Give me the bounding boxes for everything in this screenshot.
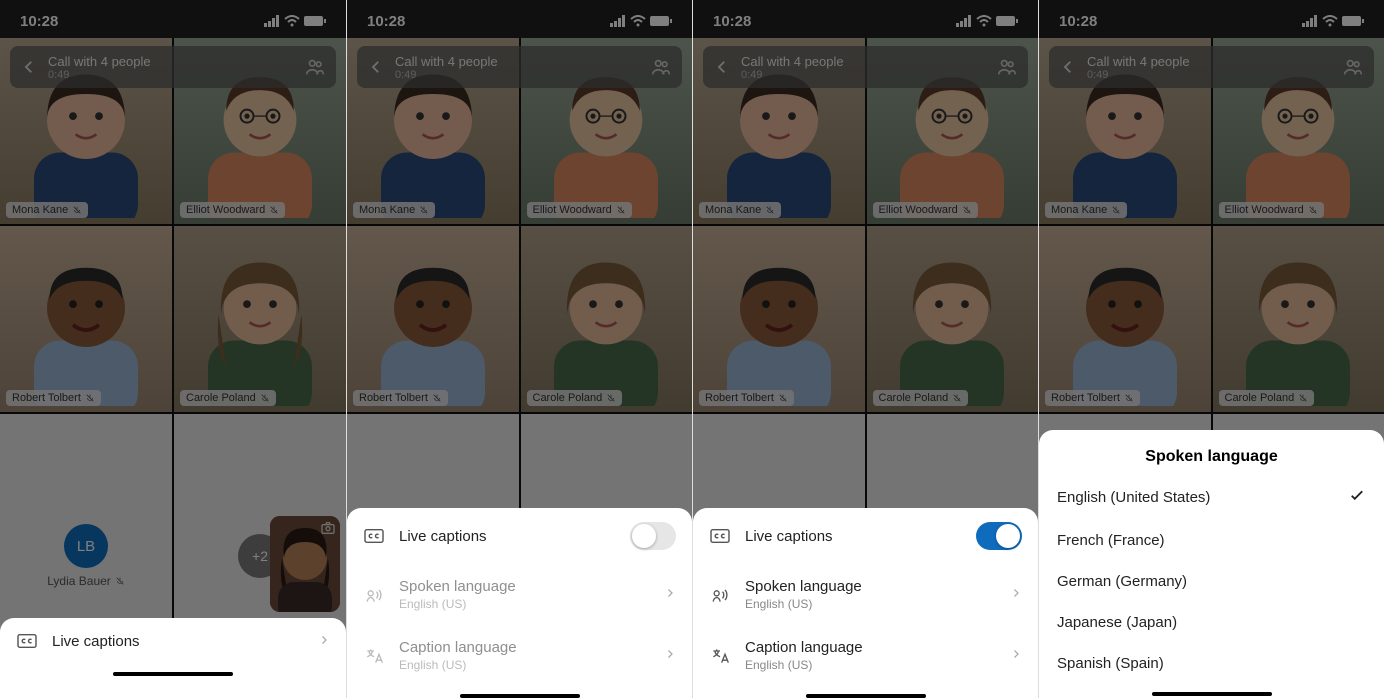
home-indicator bbox=[806, 694, 926, 698]
phone-screen-2: Mona Kane Elliot Woodward Robert Tolbert… bbox=[346, 0, 692, 698]
phone-screen-3: Mona Kane Elliot Woodward Robert Tolbert… bbox=[692, 0, 1038, 698]
phone-screen-4: Mona Kane Elliot Woodward Robert Tolbert… bbox=[1038, 0, 1384, 698]
phone-screen-1: Mona Kane Elliot Woodward Robert Tolbert… bbox=[0, 0, 346, 698]
language-option[interactable]: German (Germany) bbox=[1039, 561, 1384, 602]
language-option-label: Japanese (Japan) bbox=[1057, 614, 1177, 631]
home-indicator bbox=[1152, 692, 1272, 696]
chevron-right-icon bbox=[1010, 586, 1022, 603]
live-captions-toggle-row[interactable]: Live captions bbox=[693, 508, 1038, 564]
voice-icon bbox=[709, 585, 731, 605]
live-captions-row[interactable]: Live captions bbox=[0, 618, 346, 664]
home-indicator bbox=[113, 672, 233, 676]
spoken-language-picker-sheet: Spoken language English (United States) F… bbox=[1039, 430, 1384, 698]
live-captions-toggle-row[interactable]: Live captions bbox=[347, 508, 692, 564]
language-option[interactable]: English (United States) bbox=[1039, 474, 1384, 520]
home-indicator bbox=[460, 694, 580, 698]
spoken-language-row[interactable]: Spoken languageEnglish (US) bbox=[693, 564, 1038, 625]
language-option-label: German (Germany) bbox=[1057, 573, 1187, 590]
cc-icon bbox=[363, 527, 385, 545]
live-captions-toggle-off[interactable] bbox=[630, 522, 676, 550]
cc-icon bbox=[16, 632, 38, 650]
language-option-label: French (France) bbox=[1057, 532, 1165, 549]
language-option-label: Spanish (Spain) bbox=[1057, 655, 1164, 672]
spoken-language-row: Spoken languageEnglish (US) bbox=[347, 564, 692, 625]
captions-settings-sheet: Live captions Spoken languageEnglish (US… bbox=[347, 508, 692, 698]
live-captions-sheet-collapsed: Live captions bbox=[0, 618, 346, 698]
language-option[interactable]: Spanish (Spain) bbox=[1039, 643, 1384, 684]
language-option[interactable]: French (France) bbox=[1039, 520, 1384, 561]
cc-icon bbox=[709, 527, 731, 545]
check-icon bbox=[1348, 486, 1366, 508]
live-captions-toggle-on[interactable] bbox=[976, 522, 1022, 550]
language-option-label: English (United States) bbox=[1057, 489, 1210, 506]
translate-icon bbox=[363, 646, 385, 666]
translate-icon bbox=[709, 646, 731, 666]
chevron-right-icon bbox=[664, 647, 676, 664]
dim-overlay[interactable] bbox=[0, 0, 346, 698]
chevron-right-icon bbox=[318, 633, 330, 650]
sheet-title: Spoken language bbox=[1039, 430, 1384, 474]
caption-language-row[interactable]: Caption languageEnglish (US) bbox=[693, 625, 1038, 686]
language-option[interactable]: Japanese (Japan) bbox=[1039, 602, 1384, 643]
chevron-right-icon bbox=[664, 586, 676, 603]
voice-icon bbox=[363, 585, 385, 605]
chevron-right-icon bbox=[1010, 647, 1022, 664]
captions-settings-sheet: Live captions Spoken languageEnglish (US… bbox=[693, 508, 1038, 698]
caption-language-row: Caption languageEnglish (US) bbox=[347, 625, 692, 686]
